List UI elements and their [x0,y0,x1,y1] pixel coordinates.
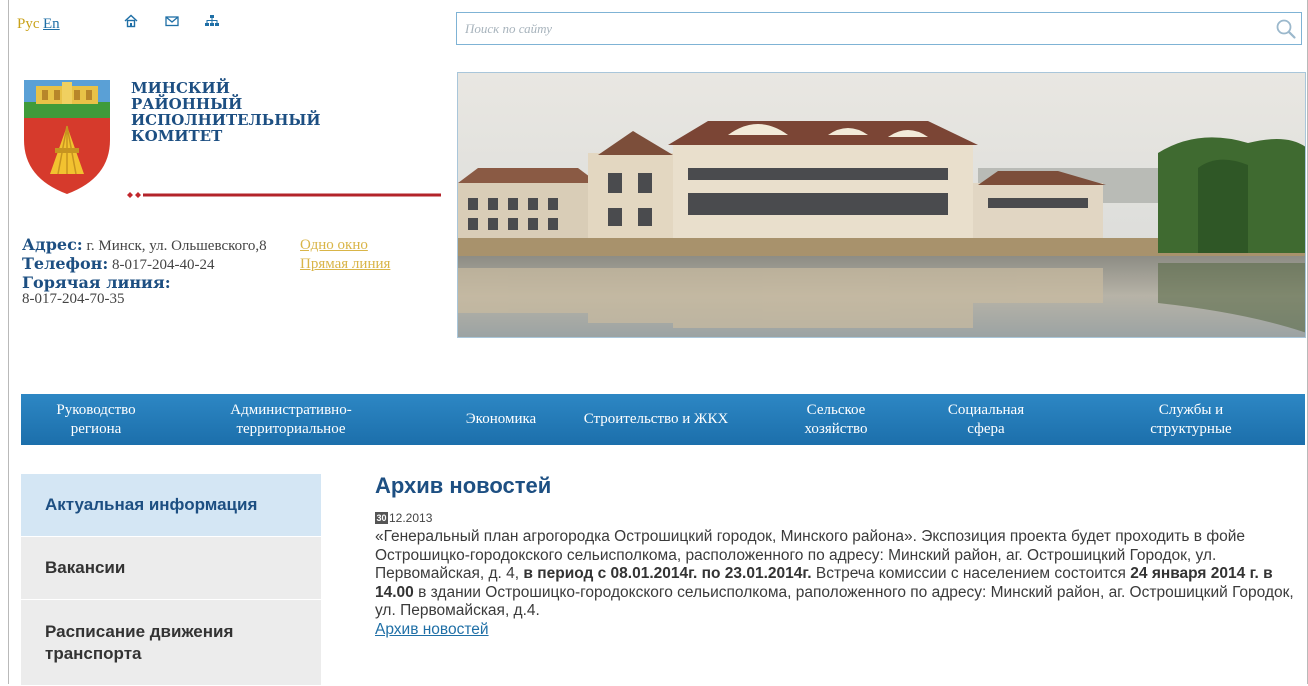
org-name-line: РАЙОННЫЙ [131,95,243,113]
sidebar-item-label: Расписание движения транспорта [45,621,234,663]
search-input[interactable] [457,13,1253,44]
address-value: г. Минск, ул. Ольшевского,8 [86,238,267,254]
nav-item-administrative[interactable]: Административно-территориальное [206,394,376,445]
quick-links: Одно окно Прямая линия [300,236,390,274]
address-label: Адрес: [22,235,83,254]
main-content: Архив новостей 30 12.2013 «Генеральный п… [375,472,1305,639]
org-name-line: КОМИТЕТ [131,127,223,145]
sidebar-item-vacancies[interactable]: Вакансии [21,537,321,600]
sidebar-item-transport-schedule[interactable]: Расписание движения транспорта [21,600,321,686]
news-body: «Генеральный план агрогородка Острошицки… [375,528,1305,621]
nav-item-agriculture[interactable]: Сельское хозяйство [781,394,891,445]
hotline-label: Горячая линия: [22,273,171,292]
nav-item-services[interactable]: Службы и структурные [1121,394,1261,445]
search-box [456,12,1302,45]
phone-value: 8-017-204-40-24 [112,257,215,273]
org-name-line: МИНСКИЙ [131,79,230,97]
org-name-line: ИСПОЛНИТЕЛЬНЫЙ [131,111,321,129]
lang-ru-link[interactable]: Рус [17,16,40,33]
sidebar-item-label: Актуальная информация [45,495,258,514]
lang-en-link[interactable]: En [43,16,60,33]
date-rest: 12.2013 [389,510,433,525]
nav-item-leadership[interactable]: Руководство региона [31,394,161,445]
main-nav: Руководство региона Административно-терр… [21,394,1305,445]
news-text-bold: в период с 08.01.2014г. по 23.01.2014г. [523,565,812,582]
sitemap-icon[interactable] [204,14,219,28]
news-text: в здании Острошицко-городокского сельисп… [375,583,1294,620]
hotline-value: 8-017-204-70-35 [22,291,125,307]
mail-icon[interactable] [165,14,179,28]
coat-of-arms-icon[interactable] [22,78,112,196]
nav-item-construction[interactable]: Строительство и ЖКХ [581,394,731,445]
phone-label: Телефон: [22,254,109,273]
date-day: 30 [376,512,387,523]
sidebar: Актуальная информация Вакансии Расписани… [21,474,321,686]
search-icon[interactable] [1275,18,1297,40]
news-archive-link[interactable]: Архив новостей [375,621,489,639]
home-icon[interactable] [124,14,138,28]
news-text: Встреча комиссии с населением состоится [815,565,1126,582]
organization-name: МИНСКИЙ РАЙОННЫЙ ИСПОЛНИТЕЛЬНЫЙ КОМИТЕТ [131,80,391,144]
sidebar-item-label: Вакансии [45,558,126,577]
nav-item-economy[interactable]: Экономика [446,394,556,445]
nav-item-social[interactable]: Социальная сфера [931,394,1041,445]
news-date: 30 12.2013 [375,510,1305,525]
direct-line-link[interactable]: Прямая линия [300,255,390,274]
banner-image [457,72,1306,338]
contact-info: Адрес: г. Минск, ул. Ольшевского,8 Телеф… [22,236,302,308]
sidebar-item-current-info[interactable]: Актуальная информация [21,474,321,537]
ornament-line [127,185,441,198]
page-title: Архив новостей [375,473,552,498]
one-window-link[interactable]: Одно окно [300,236,390,255]
